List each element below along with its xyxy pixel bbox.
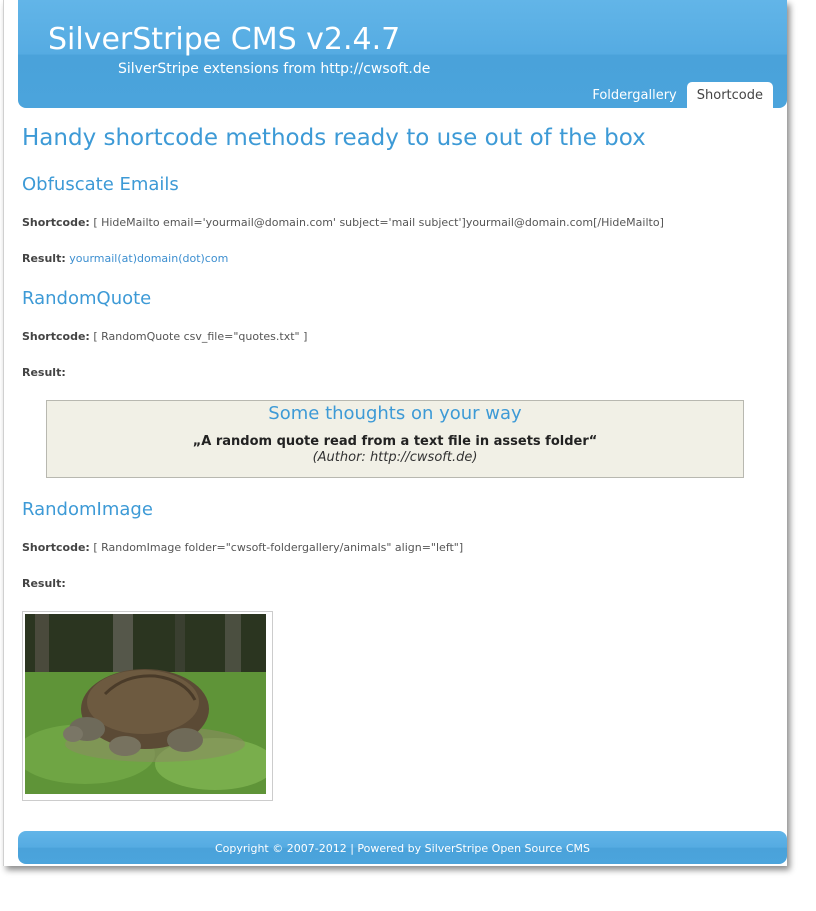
page-frame: SilverStripe CMS v2.4.7 SilverStripe ext… — [3, 0, 787, 866]
shortcode-text: [ RandomQuote csv_file="quotes.txt" ] — [93, 330, 308, 343]
nav-tab-shortcode[interactable]: Shortcode — [686, 82, 773, 108]
nav-tab-foldergallery[interactable]: Foldergallery — [582, 82, 686, 108]
result-label: Result: — [22, 252, 66, 265]
result-line-random-quote: Result: — [22, 366, 66, 379]
quote-text: „A random quote read from a text file in… — [192, 434, 598, 449]
result-label: Result: — [22, 577, 66, 590]
result-line-random-image: Result: — [22, 577, 66, 590]
shortcode-line-obfuscate: Shortcode: [ HideMailto email='yourmail@… — [22, 216, 664, 229]
shortcode-label: Shortcode: — [22, 541, 90, 554]
site-footer: Copyright © 2007-2012 | Powered by Silve… — [18, 831, 787, 864]
result-line-obfuscate: Result: yourmail(at)domain(dot)com — [22, 252, 228, 265]
quote-author: (Author: http://cwsoft.de) — [312, 450, 478, 465]
tortoise-image — [25, 614, 266, 794]
shortcode-label: Shortcode: — [22, 330, 90, 343]
site-header: SilverStripe CMS v2.4.7 SilverStripe ext… — [18, 0, 787, 108]
section-heading-random-image: RandomImage — [22, 499, 153, 520]
shortcode-line-random-quote: Shortcode: [ RandomQuote csv_file="quote… — [22, 330, 307, 343]
section-heading-obfuscate-emails: Obfuscate Emails — [22, 174, 179, 195]
shortcode-line-random-image: Shortcode: [ RandomImage folder="cwsoft-… — [22, 541, 463, 554]
result-label: Result: — [22, 366, 66, 379]
site-subtitle: SilverStripe extensions from http://cwso… — [118, 61, 431, 77]
shortcode-label: Shortcode: — [22, 216, 90, 229]
tortoise-image-drawing — [25, 614, 266, 794]
page-heading: Handy shortcode methods ready to use out… — [22, 125, 646, 151]
shortcode-text: [ HideMailto email='yourmail@domain.com'… — [93, 216, 664, 229]
obfuscated-email-link[interactable]: yourmail(at)domain(dot)com — [69, 252, 228, 265]
site-title: SilverStripe CMS v2.4.7 — [48, 22, 401, 57]
main-nav: Foldergallery Shortcode — [582, 82, 773, 108]
section-heading-random-quote: RandomQuote — [22, 288, 152, 309]
shortcode-text: [ RandomImage folder="cwsoft-foldergalle… — [93, 541, 464, 554]
random-image-frame — [22, 611, 273, 801]
quote-box: Some thoughts on your way „A random quot… — [46, 400, 744, 478]
quote-box-title: Some thoughts on your way — [268, 403, 522, 424]
